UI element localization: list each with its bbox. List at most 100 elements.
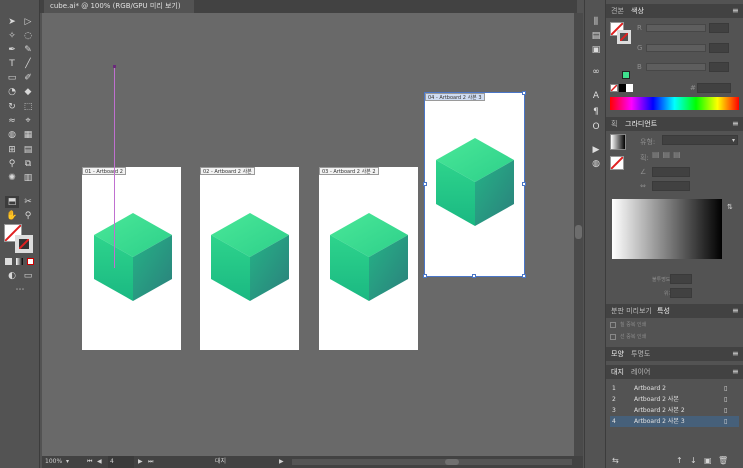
- channel-b-field[interactable]: [709, 62, 729, 72]
- paragraph-icon[interactable]: ¶: [589, 106, 603, 118]
- channel-g-slider[interactable]: [646, 44, 706, 52]
- shape-builder-tool-icon[interactable]: ◍: [5, 129, 19, 141]
- selection-tool-icon[interactable]: ➤: [5, 16, 19, 28]
- vertical-scroll-thumb[interactable]: [575, 225, 582, 239]
- attributes-menu-icon[interactable]: ≡: [732, 306, 739, 315]
- hex-field[interactable]: [697, 83, 731, 93]
- tab-gradient[interactable]: 그라디언트: [622, 118, 661, 130]
- zoom-tool-icon[interactable]: ⚲: [21, 210, 35, 222]
- none-mode-icon[interactable]: [27, 258, 34, 265]
- artboard-options-icon[interactable]: ▯: [724, 416, 727, 427]
- tab-swatches[interactable]: 견본: [608, 5, 627, 17]
- artboard-number-field[interactable]: 4: [108, 456, 134, 468]
- channel-b-slider[interactable]: [646, 63, 706, 71]
- stroke-gradient-options-icon[interactable]: ▤▤▤: [652, 150, 684, 159]
- lasso-tool-icon[interactable]: ◌: [21, 30, 35, 42]
- artboard-2-label[interactable]: 02 - Artboard 2 사본: [200, 167, 255, 175]
- gradient-thumbnail[interactable]: [610, 134, 626, 150]
- symbol-sprayer-tool-icon[interactable]: ✺: [5, 172, 19, 184]
- artboard-3-label[interactable]: 03 - Artboard 2 사본 2: [319, 167, 379, 175]
- handle-bottom-right[interactable]: [522, 274, 526, 278]
- edit-toolbar-icon[interactable]: ⋯: [13, 284, 27, 296]
- artboard-tool-icon[interactable]: ⬒: [5, 196, 19, 208]
- canvas[interactable]: 01 - Artboard 2 02 - Artboard 2 사본 03 - …: [42, 13, 574, 456]
- transform-icon[interactable]: ▤: [589, 30, 603, 42]
- white-swatch[interactable]: [626, 84, 633, 92]
- none-swatch-icon[interactable]: [610, 84, 618, 92]
- tab-appearance[interactable]: 모양: [608, 348, 627, 360]
- warp-tool-icon[interactable]: ≈: [5, 115, 19, 127]
- tab-color[interactable]: 색상: [628, 5, 647, 17]
- pen-tool-icon[interactable]: ✒: [5, 44, 19, 56]
- next-artboard-icon[interactable]: ▶: [138, 456, 143, 468]
- handle-top-right[interactable]: [522, 91, 526, 95]
- artboard-2[interactable]: [200, 167, 299, 350]
- tab-separations-preview[interactable]: 분판 미리보기: [608, 305, 655, 317]
- artboard-options-icon[interactable]: ▯: [724, 383, 727, 394]
- shaper-tool-icon[interactable]: ◔: [5, 86, 19, 98]
- align-icon[interactable]: ⫼: [589, 16, 603, 28]
- black-swatch[interactable]: [619, 84, 626, 92]
- horizontal-scroll-thumb[interactable]: [445, 459, 459, 465]
- draw-mode-icon[interactable]: ◐: [5, 270, 19, 282]
- character-icon[interactable]: A: [589, 90, 603, 102]
- artboards-menu-icon[interactable]: ≡: [732, 367, 739, 376]
- cube-graphic-2[interactable]: [211, 213, 289, 301]
- opacity-field[interactable]: [670, 274, 692, 284]
- channel-r-slider[interactable]: [646, 24, 706, 32]
- zoom-level[interactable]: 100%: [45, 456, 65, 468]
- tab-attributes[interactable]: 특성: [654, 305, 673, 317]
- angle-field[interactable]: [652, 167, 690, 177]
- handle-right[interactable]: [522, 182, 526, 186]
- artboard-4-selected[interactable]: [424, 92, 525, 277]
- artboard-1-label[interactable]: 01 - Artboard 2: [82, 167, 126, 175]
- location-field[interactable]: [670, 288, 692, 298]
- artboard-3[interactable]: [319, 167, 418, 350]
- rotate-tool-icon[interactable]: ↻: [5, 101, 19, 113]
- panel-menu-icon[interactable]: ≡: [732, 6, 739, 15]
- artboard-row[interactable]: 1 Artboard 2 ▯: [610, 383, 739, 394]
- tab-artboards[interactable]: 대지: [608, 366, 627, 378]
- handle-left[interactable]: [423, 182, 427, 186]
- rectangle-tool-icon[interactable]: ▭: [5, 72, 19, 84]
- horizontal-scrollbar[interactable]: [292, 459, 572, 465]
- tab-layers[interactable]: 레이어: [628, 366, 653, 378]
- artboard-row-selected[interactable]: 4 Artboard 2 사본 3 ▯: [610, 416, 739, 427]
- scale-tool-icon[interactable]: ⬚: [21, 101, 35, 113]
- type-tool-icon[interactable]: T: [5, 58, 19, 70]
- artboard-row[interactable]: 3 Artboard 2 사본 2 ▯: [610, 405, 739, 416]
- cube-graphic-1[interactable]: [94, 213, 172, 301]
- vertical-scrollbar[interactable]: [574, 13, 583, 456]
- last-color-swatch[interactable]: [622, 71, 630, 79]
- magic-wand-tool-icon[interactable]: ✧: [5, 30, 19, 42]
- links-icon[interactable]: ∞: [589, 66, 603, 78]
- stroke-swatch-icon[interactable]: [15, 235, 33, 253]
- libraries-icon[interactable]: ◍: [589, 158, 603, 170]
- channel-r-field[interactable]: [709, 23, 729, 33]
- mesh-tool-icon[interactable]: ⊞: [5, 144, 19, 156]
- gradient-tool-icon[interactable]: ▤: [21, 144, 35, 156]
- rearrange-artboards-icon[interactable]: ⇆: [612, 456, 619, 465]
- curvature-tool-icon[interactable]: ✎: [21, 44, 35, 56]
- previous-artboard-icon[interactable]: ◀: [97, 456, 102, 468]
- tab-stroke[interactable]: 획: [608, 118, 620, 130]
- graph-tool-icon[interactable]: ▥: [21, 172, 35, 184]
- artboard-options-icon[interactable]: ▯: [724, 394, 727, 405]
- cube-graphic-3[interactable]: [330, 213, 408, 301]
- color-spectrum[interactable]: [610, 97, 739, 110]
- blend-tool-icon[interactable]: ⧉: [21, 158, 35, 170]
- line-tool-icon[interactable]: ╱: [21, 58, 35, 70]
- delete-artboard-icon[interactable]: 🗑: [718, 456, 728, 465]
- color-stroke-icon[interactable]: [617, 30, 631, 44]
- overprint-stroke-checkbox[interactable]: [610, 334, 616, 340]
- status-menu-icon[interactable]: ▶: [279, 456, 284, 468]
- fill-stroke-swatch[interactable]: [4, 224, 34, 254]
- actions-icon[interactable]: ▶: [589, 144, 603, 156]
- perspective-grid-tool-icon[interactable]: ▦: [21, 129, 35, 141]
- appearance-menu-icon[interactable]: ≡: [732, 349, 739, 358]
- gradient-mode-icon[interactable]: [16, 258, 23, 265]
- gradient-type-select[interactable]: ▾: [662, 135, 738, 145]
- eyedropper-tool-icon[interactable]: ⚲: [5, 158, 19, 170]
- aspect-ratio-field[interactable]: [652, 181, 690, 191]
- hand-tool-icon[interactable]: ✋: [5, 210, 19, 222]
